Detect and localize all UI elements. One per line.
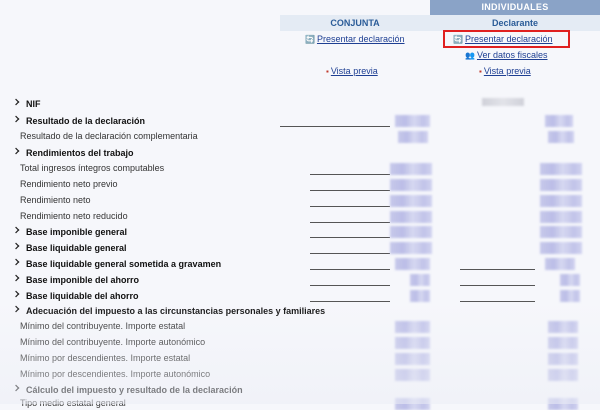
redacted-value <box>395 115 430 127</box>
value-line <box>310 253 390 254</box>
row-label: Cálculo del impuesto y resultado de la d… <box>10 384 243 395</box>
refresh-icon: 🔄 <box>453 35 463 44</box>
redacted-value <box>540 179 582 191</box>
declarante-presentar-link[interactable]: 🔄 Presentar declaración <box>453 34 553 44</box>
redacted-value <box>548 321 578 333</box>
value-line <box>460 285 535 286</box>
row-label: Base liquidable general sometida a grava… <box>10 258 221 269</box>
value-line <box>460 301 535 302</box>
redacted-value <box>540 195 582 207</box>
value-line <box>310 206 390 207</box>
value-line <box>460 269 535 270</box>
double-chevron-icon <box>12 384 20 392</box>
row-label: Mínimo del contribuyente. Importe estata… <box>20 321 186 331</box>
double-chevron-icon <box>12 98 20 106</box>
double-chevron-icon <box>12 226 20 234</box>
double-chevron-icon <box>12 147 20 155</box>
redacted-value <box>410 274 430 286</box>
row-label: Mínimo por descendientes. Importe estata… <box>20 353 191 363</box>
double-chevron-icon <box>12 305 20 313</box>
conjunta-presentar-link[interactable]: 🔄 Presentar declaración <box>305 34 405 44</box>
redacted-value <box>545 115 573 127</box>
redacted-nif <box>482 98 524 106</box>
row-label: NIF <box>10 98 41 109</box>
row-label: Tipo medio estatal general <box>20 398 126 408</box>
value-line <box>280 126 390 127</box>
redacted-value <box>395 398 430 410</box>
redacted-value <box>540 226 582 238</box>
row-label: Mínimo del contribuyente. Importe autonó… <box>20 337 206 347</box>
conjunta-vista-previa-link[interactable]: ▪ Vista previa <box>326 66 378 76</box>
row-label: Resultado de la declaración complementar… <box>20 131 198 141</box>
redacted-value <box>548 398 578 410</box>
value-line <box>310 269 390 270</box>
row-label: Resultado de la declaración <box>10 115 145 126</box>
double-chevron-icon <box>12 115 20 123</box>
refresh-icon: 🔄 <box>305 35 315 44</box>
row-label: Adecuación del impuesto a las circunstan… <box>10 305 325 316</box>
redacted-value <box>398 131 428 143</box>
row-label: Base imponible del ahorro <box>10 274 139 285</box>
redacted-value <box>540 242 582 254</box>
ver-datos-fiscales-link[interactable]: 👥 Ver datos fiscales <box>465 50 548 60</box>
double-chevron-icon <box>12 258 20 266</box>
redacted-value <box>548 131 574 143</box>
pdf-icon: ▪ <box>479 67 482 76</box>
row-label: Rendimiento neto previo <box>20 179 118 189</box>
redacted-value <box>548 353 578 365</box>
value-line <box>310 174 390 175</box>
double-chevron-icon <box>12 274 20 282</box>
value-line <box>310 285 390 286</box>
header-conjunta: CONJUNTA <box>330 18 380 28</box>
header-declarante: Declarante <box>491 18 539 28</box>
redacted-value <box>390 179 432 191</box>
double-chevron-icon <box>12 242 20 250</box>
value-line <box>310 237 390 238</box>
redacted-value <box>390 195 432 207</box>
row-label: Mínimo por descendientes. Importe autonó… <box>20 369 211 379</box>
redacted-value <box>390 211 432 223</box>
redacted-value <box>395 258 430 270</box>
header-individuales: INDIVIDUALES <box>430 0 600 15</box>
row-label: Rendimiento neto <box>20 195 91 205</box>
value-line <box>310 222 390 223</box>
pdf-icon: ▪ <box>326 67 329 76</box>
redacted-value <box>390 163 432 175</box>
redacted-value <box>390 242 432 254</box>
redacted-value <box>395 337 430 349</box>
row-label: Total ingresos íntegros computables <box>20 163 165 173</box>
row-label: Rendimiento neto reducido <box>20 211 128 221</box>
double-chevron-icon <box>12 290 20 298</box>
value-line <box>310 190 390 191</box>
value-line <box>310 301 390 302</box>
redacted-value <box>395 353 430 365</box>
redacted-value <box>410 290 430 302</box>
row-label: Base liquidable del ahorro <box>10 290 139 301</box>
row-label: Rendimientos del trabajo <box>10 147 134 158</box>
redacted-value <box>560 290 580 302</box>
row-label: Base imponible general <box>10 226 127 237</box>
users-icon: 👥 <box>465 51 475 60</box>
redacted-value <box>390 226 432 238</box>
redacted-value <box>395 369 430 381</box>
redacted-value <box>545 258 575 270</box>
declarante-vista-previa-link[interactable]: ▪ Vista previa <box>479 66 531 76</box>
row-label: Base liquidable general <box>10 242 127 253</box>
redacted-value <box>395 321 430 333</box>
redacted-value <box>560 274 580 286</box>
redacted-value <box>540 163 582 175</box>
redacted-value <box>548 337 578 349</box>
redacted-value <box>548 369 578 381</box>
redacted-value <box>540 211 582 223</box>
